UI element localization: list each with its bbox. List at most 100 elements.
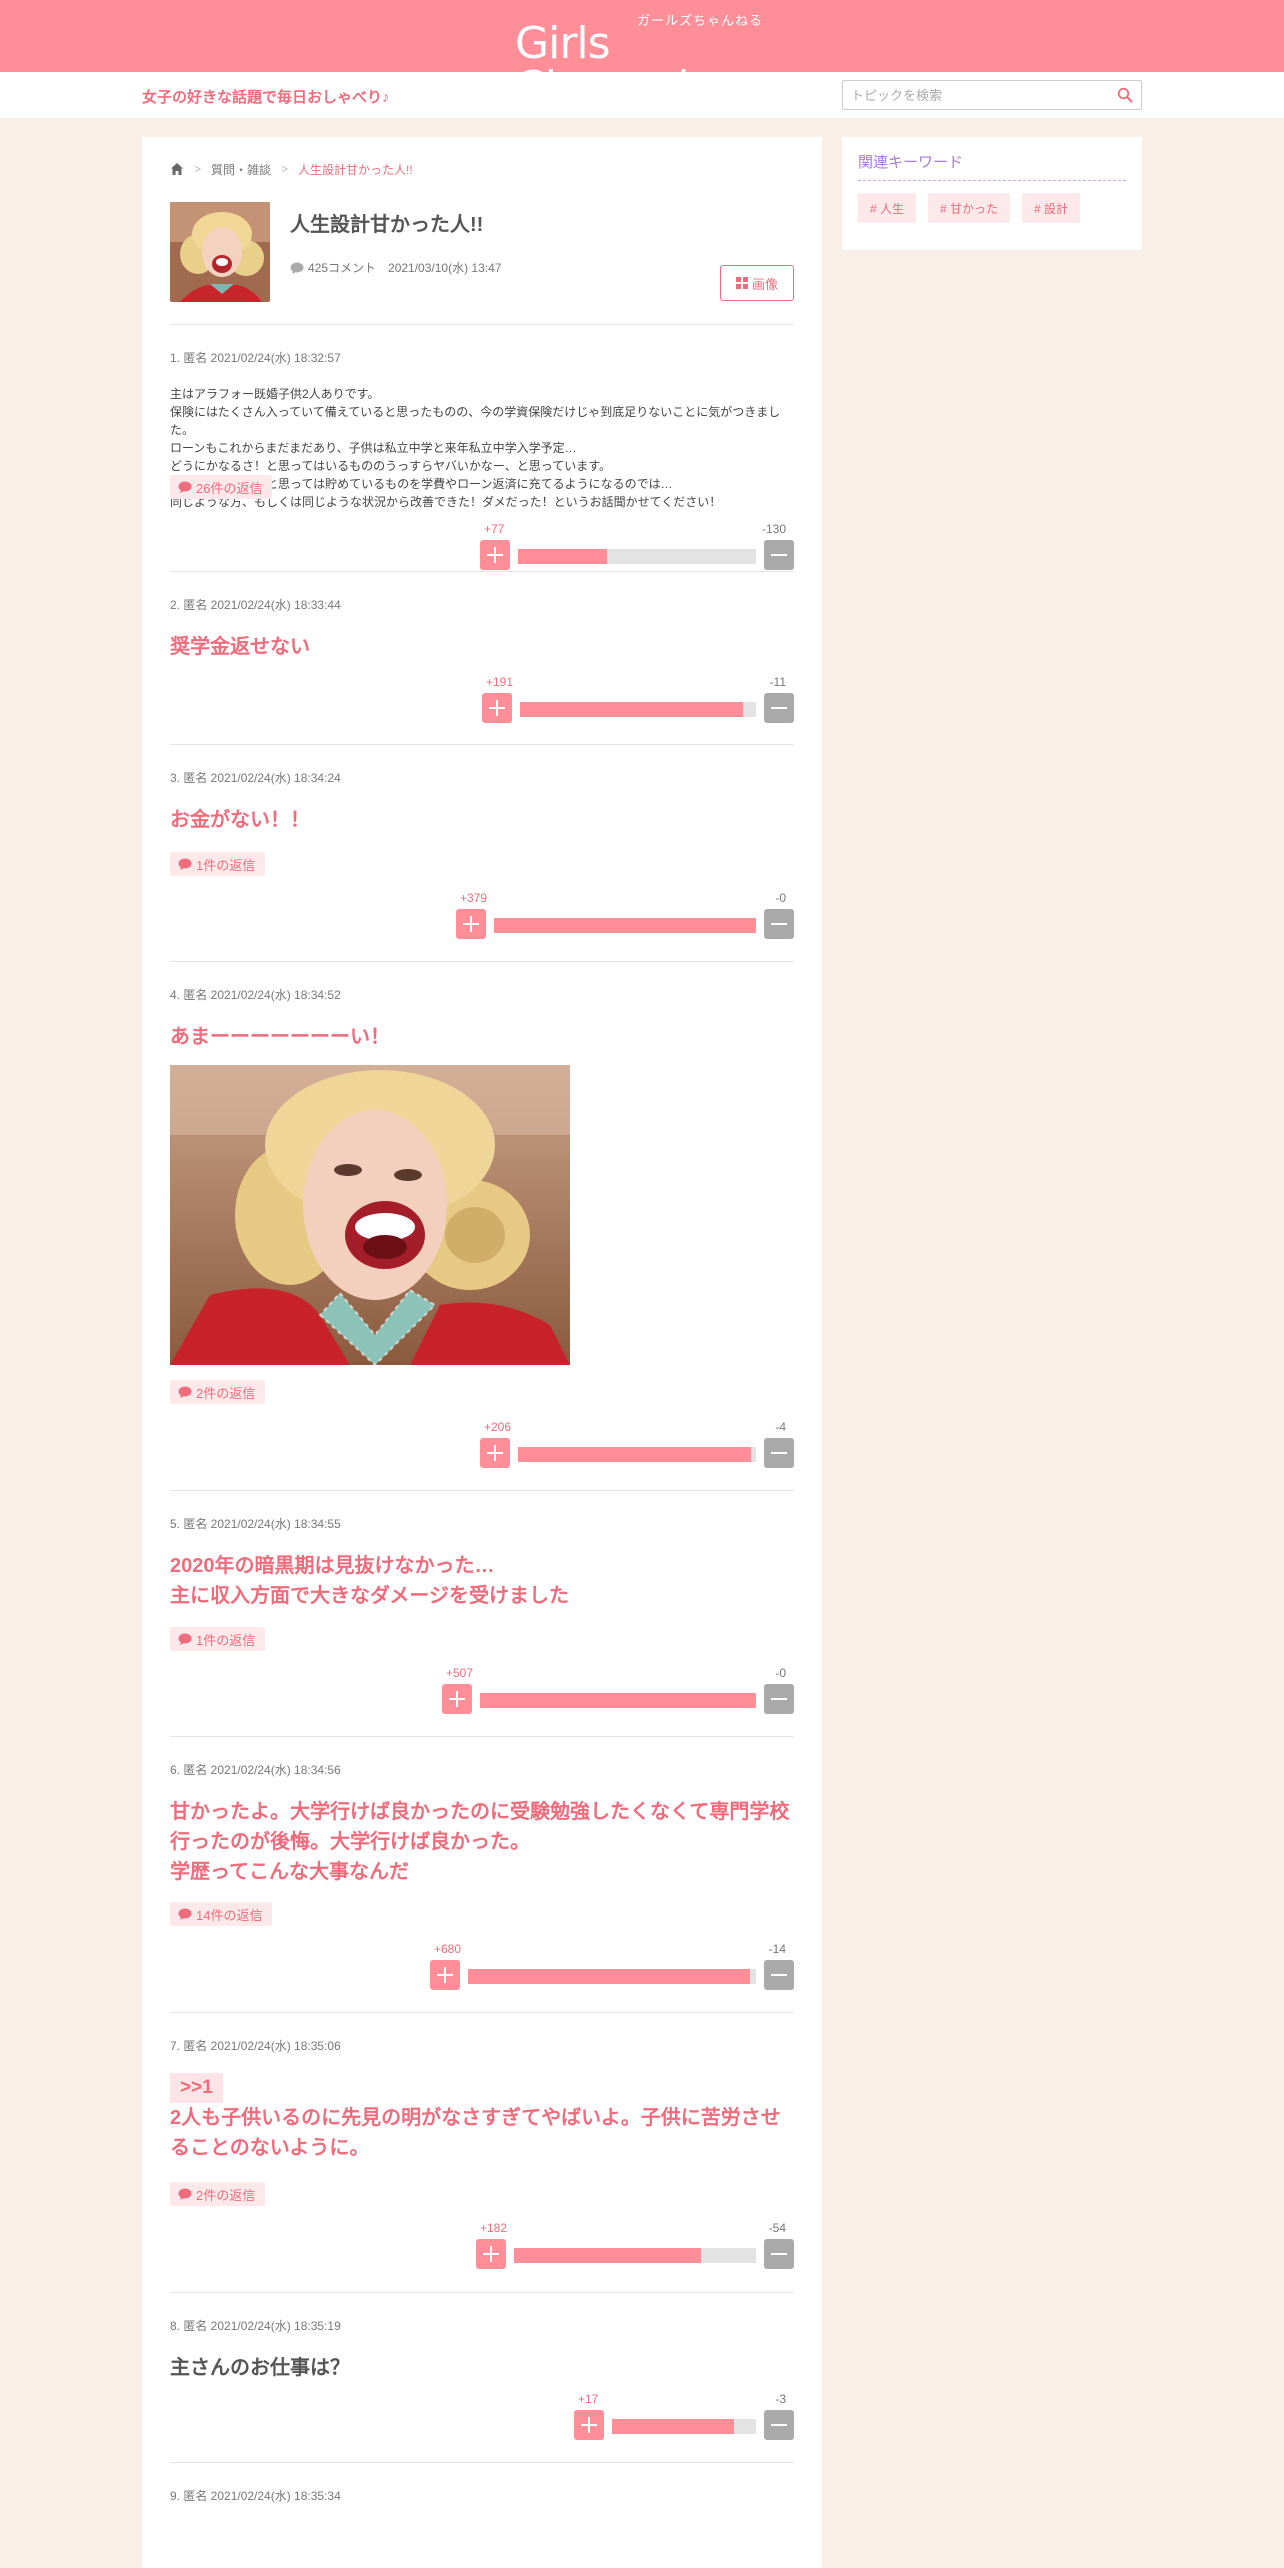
plus-vote-button[interactable] [456, 909, 486, 939]
site-tagline: 女子の好きな話題で毎日おしゃべり♪ [142, 89, 390, 106]
reply-count: 2件の返信 [196, 2187, 256, 2203]
search-box [842, 80, 1142, 110]
reply-link[interactable]: 14件の返信 [170, 1902, 273, 1926]
reply-link[interactable]: 2件の返信 [170, 2182, 266, 2206]
comment-item: 6. 匿名 2021/02/24(水) 18:34:56 甘かったよ。大学行けば… [170, 1737, 794, 2013]
comment-body: お金がない！！ [170, 809, 310, 831]
comment-line: ローンもこれからまだまだあり、子供は私立中学と来年私立中学入学予定… [170, 441, 577, 455]
vote-ratio-bar [518, 549, 756, 564]
search-icon[interactable] [1117, 87, 1133, 103]
comment-line: 主はアラフォー既婚子供2人ありです。 [170, 387, 380, 401]
image-gallery-button[interactable]: 画像 [720, 265, 794, 301]
comment-item: 4. 匿名 2021/02/24(水) 18:34:52 あまーーーーーーーい！ [170, 962, 794, 1491]
plus-vote-button[interactable] [480, 1438, 510, 1468]
vote-widget: +182 -54 [476, 2221, 794, 2271]
plus-vote-button[interactable] [476, 2239, 506, 2269]
comment-item: 5. 匿名 2021/02/24(水) 18:34:55 2020年の暗黒期は見… [170, 1491, 794, 1737]
minus-count: -4 [775, 1420, 786, 1434]
keyword-tag[interactable]: # 人生 [858, 193, 917, 223]
minus-vote-button[interactable] [764, 1684, 794, 1714]
comment-header: 1. 匿名 2021/02/24(水) 18:32:57 [170, 351, 341, 365]
plus-vote-button[interactable] [482, 693, 512, 723]
comment-line: 保険にはたくさん入っていて備えていると思ったものの、今の学資保険だけじゃ到底足り… [170, 405, 781, 437]
comment-body: 甘かったよ。大学行けば良かったのに受験勉強したくなくて専門学校 行ったのが後悔。… [170, 1797, 794, 1887]
comment-header: 3. 匿名 2021/02/24(水) 18:34:24 [170, 771, 341, 785]
vote-widget: +206 -4 [480, 1420, 794, 1470]
anchor-link[interactable]: >>1 [170, 2073, 223, 2103]
plus-count: +182 [480, 2221, 508, 2235]
plus-count: +507 [446, 1666, 474, 1680]
vote-ratio-fill [494, 918, 756, 933]
comment-line: ることのないように。 [170, 2137, 370, 2159]
vote-ratio-fill [518, 549, 607, 564]
topic-header: 人生設計甘かった人!! 425コメント 2021/03/10(水) 13:47 … [170, 202, 794, 325]
topic-thumbnail[interactable] [170, 202, 270, 302]
comment-bubble-icon [178, 1386, 192, 1398]
comment-body: 奨学金返せない [170, 636, 310, 658]
vote-ratio-bar [494, 918, 756, 933]
home-icon[interactable] [170, 162, 184, 176]
breadcrumb-category[interactable]: 質問・雑談 [211, 161, 271, 178]
comment-body: 2020年の暗黒期は見抜けなかった… 主に収入方面で大きなダメージを受けました [170, 1551, 794, 1611]
minus-vote-button[interactable] [764, 2239, 794, 2269]
plus-count: +191 [486, 675, 514, 689]
plus-vote-button[interactable] [430, 1960, 460, 1990]
comment-header: 6. 匿名 2021/02/24(水) 18:34:56 [170, 1763, 341, 1777]
reply-link[interactable]: 2件の返信 [170, 1380, 266, 1404]
minus-vote-button[interactable] [764, 540, 794, 570]
search-input[interactable] [843, 81, 1099, 109]
plus-count: +17 [578, 2392, 599, 2406]
minus-count: -3 [775, 2392, 786, 2406]
grid-icon [735, 277, 748, 289]
site-logo[interactable]: ガールズちゃんねる Girls Channel [515, 10, 771, 110]
chevron-right-icon: > [281, 162, 289, 176]
breadcrumb-current: 人生設計甘かった人!! [298, 162, 413, 177]
comment-image[interactable] [170, 1065, 570, 1365]
topic-date: 2021/03/10(水) 13:47 [388, 261, 502, 275]
minus-vote-button[interactable] [764, 1960, 794, 1990]
plus-vote-button[interactable] [480, 540, 510, 570]
vote-ratio-bar [480, 1693, 756, 1708]
minus-count: -11 [769, 675, 786, 689]
keyword-tag-list: # 人生 # 甘かった # 設計 [858, 193, 1081, 223]
comment-line: 主に収入方面で大きなダメージを受けました [170, 1585, 569, 1607]
vote-ratio-bar [514, 2248, 756, 2263]
comment-item: 2. 匿名 2021/02/24(水) 18:33:44 奨学金返せない +19… [170, 572, 794, 745]
vote-ratio-fill [468, 1969, 750, 1984]
vote-ratio-bar [518, 1447, 756, 1462]
keyword-tag[interactable]: # 甘かった [928, 193, 1011, 223]
comment-body: あまーーーーーーーい！ [170, 1026, 390, 1048]
sub-header-bar: 女子の好きな話題で毎日おしゃべり♪ [0, 72, 1284, 118]
reply-link[interactable]: 26件の返信 [170, 475, 273, 499]
reply-link[interactable]: 1件の返信 [170, 1627, 266, 1651]
main-column: > 質問・雑談 > 人生設計甘かった人!! 人生設計甘かった人!! 425コメン… [142, 137, 822, 2568]
reply-count: 14件の返信 [196, 1907, 263, 1923]
keyword-tag[interactable]: # 設計 [1022, 193, 1081, 223]
reply-link[interactable]: 1件の返信 [170, 852, 266, 876]
vote-ratio-bar [520, 702, 756, 717]
plus-vote-button[interactable] [574, 2410, 604, 2440]
related-keywords-title: 関連キーワード [858, 151, 1126, 181]
comment-bubble-icon [178, 858, 192, 870]
vote-ratio-fill [514, 2248, 701, 2263]
minus-vote-button[interactable] [764, 909, 794, 939]
comment-bubble-icon [178, 2188, 192, 2200]
comment-header: 9. 匿名 2021/02/24(水) 18:35:34 [170, 2489, 341, 2503]
comment-line: 2020年の暗黒期は見抜けなかった… [170, 1555, 495, 1577]
minus-count: -130 [761, 522, 786, 536]
minus-vote-button[interactable] [764, 693, 794, 723]
vote-widget: +77 -130 [480, 522, 794, 572]
minus-vote-button[interactable] [764, 2410, 794, 2440]
topic-meta: 425コメント 2021/03/10(水) 13:47 [290, 259, 501, 276]
minus-count: -14 [768, 1942, 786, 1956]
comment-header: 8. 匿名 2021/02/24(水) 18:35:19 [170, 2319, 341, 2333]
vote-ratio-bar [612, 2419, 756, 2434]
plus-vote-button[interactable] [442, 1684, 472, 1714]
chevron-right-icon: > [194, 162, 202, 176]
comment-line: 甘かったよ。大学行けば良かったのに受験勉強したくなくて専門学校 [170, 1801, 790, 1823]
comment-line: 行ったのが後悔。大学行けば良かった。 [170, 1831, 530, 1853]
comment-item: 7. 匿名 2021/02/24(水) 18:35:06 >>1 2人も子供いる… [170, 2013, 794, 2293]
vote-ratio-fill [480, 1693, 756, 1708]
minus-vote-button[interactable] [764, 1438, 794, 1468]
comment-body: 主さんのお仕事は？ [170, 2357, 350, 2379]
